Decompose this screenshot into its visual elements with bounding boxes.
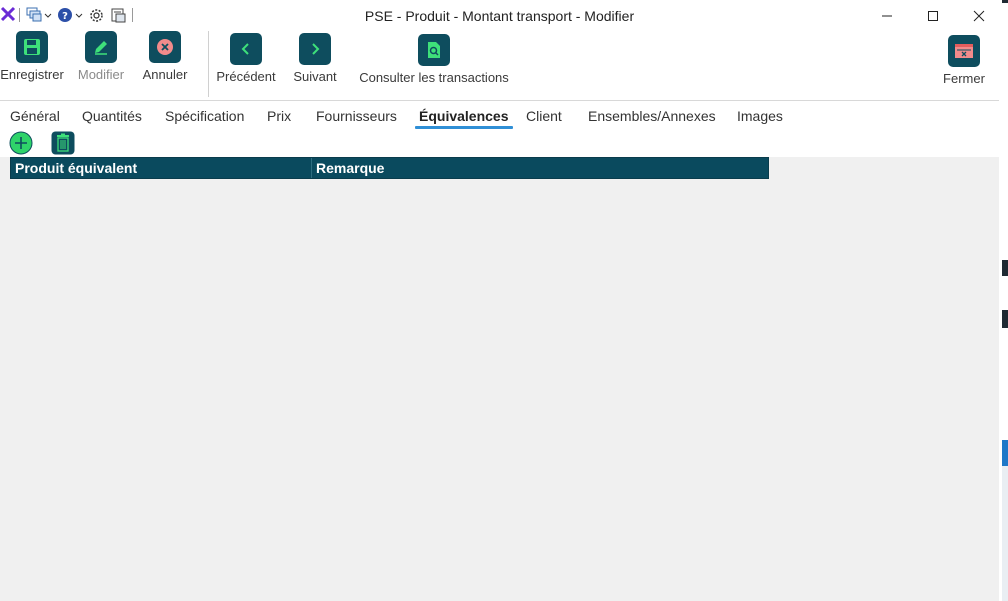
minimize-icon [882,15,892,16]
toolbar-divider [208,31,209,97]
tab-bar: Général Quantités Spécification Prix Fou… [0,101,999,129]
view-transactions-button[interactable]: Consulter les transactions [358,34,510,85]
equivalences-grid: Produit équivalent Remarque [0,157,999,601]
next-label: Suivant [293,69,337,84]
save-icon [16,31,48,63]
close-icon [973,10,985,21]
tab-equivalences[interactable]: Équivalences [415,108,512,129]
document-search-icon [418,34,450,66]
column-header-equivalent-product[interactable]: Produit équivalent [11,158,311,178]
grid-actions [0,129,999,157]
trash-icon [51,131,75,155]
cancel-label: Annuler [142,67,188,82]
maximize-icon [928,10,938,21]
edit-button[interactable]: Modifier [72,31,130,82]
close-form-label: Fermer [943,71,985,86]
add-row-button[interactable] [9,131,33,155]
view-transactions-label: Consulter les transactions [359,70,509,85]
tab-suppliers[interactable]: Fournisseurs [316,108,397,124]
tab-price[interactable]: Prix [267,108,291,124]
cancel-icon [149,31,181,63]
next-button[interactable]: Suivant [290,33,340,84]
column-header-remark[interactable]: Remarque [311,158,768,178]
background-window-edge [999,0,1008,601]
title-bar: ? PSE - Produit - Montant transport - Mo… [0,0,999,31]
maximize-button[interactable] [910,0,956,31]
chevron-right-icon [299,33,331,65]
tab-general[interactable]: Général [10,108,60,124]
tab-images[interactable]: Images [737,108,783,124]
plus-icon [9,131,33,155]
tab-specification[interactable]: Spécification [165,108,244,124]
tab-client[interactable]: Client [526,108,562,124]
edit-label: Modifier [77,67,125,82]
grid-header: Produit équivalent Remarque [10,157,769,179]
delete-row-button[interactable] [51,131,75,155]
cancel-button[interactable]: Annuler [138,31,192,82]
main-window: ? PSE - Produit - Montant transport - Mo… [0,0,999,601]
tab-sets-annexes[interactable]: Ensembles/Annexes [588,108,716,124]
toolbar: Enregistrer Modifier Annuler Précédent S… [0,31,999,101]
window-title: PSE - Produit - Montant transport - Modi… [364,8,635,24]
close-form-icon [948,35,980,67]
minimize-button[interactable] [864,0,910,31]
close-window-button[interactable] [956,0,999,31]
chevron-left-icon [230,33,262,65]
tab-quantities[interactable]: Quantités [82,108,142,124]
save-button[interactable]: Enregistrer [0,31,64,82]
previous-label: Précédent [216,69,276,84]
close-form-button[interactable]: Fermer [938,35,990,86]
pencil-icon [85,31,117,63]
previous-button[interactable]: Précédent [214,33,278,84]
save-label: Enregistrer [0,67,64,82]
